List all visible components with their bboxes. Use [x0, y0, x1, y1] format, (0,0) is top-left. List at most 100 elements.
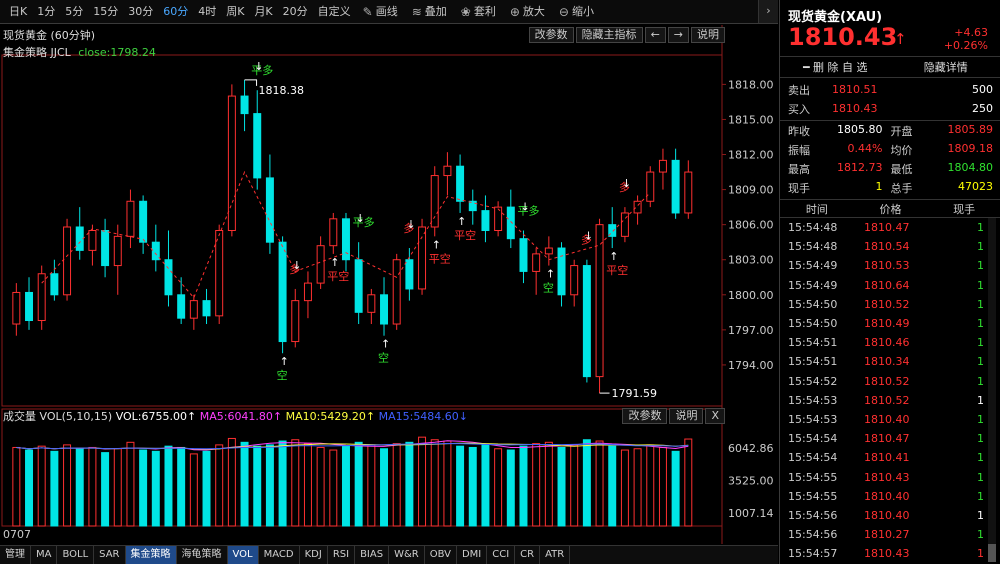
indicator-tab[interactable]: 海龟策略	[177, 546, 228, 564]
pencil-tool-button[interactable]: ✎ 画线	[356, 1, 405, 23]
indicator-tab[interactable]: BOLL	[57, 546, 95, 564]
next-indicator-button[interactable]: →	[667, 27, 689, 43]
volume-tick-label: 1007.14	[728, 507, 774, 520]
edit-params-button[interactable]: 改参数	[528, 27, 574, 43]
indicator-tab[interactable]: CCI	[487, 546, 516, 564]
col-price: 价格	[879, 202, 902, 216]
volume-help-button[interactable]: 说明	[669, 408, 704, 424]
indicator-tab[interactable]: RSI	[328, 546, 356, 564]
period-tab[interactable]: 20分	[278, 1, 313, 23]
hide-main-indicator-button[interactable]: 隐藏主指标	[575, 27, 643, 43]
indicator-tab[interactable]: DMI	[457, 546, 488, 564]
layers-tool-button[interactable]: ≋ 叠加	[405, 1, 454, 23]
volume-bar	[671, 450, 680, 527]
tick-price: 1810.52	[864, 393, 910, 407]
zoom-out-tool-button[interactable]: ⊖ 缩小	[552, 1, 601, 23]
tool-label: 画线	[375, 4, 398, 18]
tick-list[interactable]: 15:54:48 1810.47 1 15:54:48 1810.54 1 15:54:49…	[780, 218, 986, 563]
tick-price: 1810.52	[864, 374, 910, 388]
scrollbar-thumb[interactable]	[988, 544, 996, 562]
period-tab[interactable]: 日K	[4, 1, 32, 23]
candle-body	[101, 230, 110, 267]
period-tab[interactable]: 30分	[123, 1, 158, 23]
remove-watchlist-button[interactable]: ━ 删 除 自 选	[780, 57, 891, 77]
collapse-panel-button[interactable]: ›	[758, 0, 778, 23]
signal-arrow-icon: ↑	[609, 250, 618, 263]
tick-price: 1810.64	[864, 278, 910, 292]
tick-volume: 1	[977, 470, 984, 484]
period-tab[interactable]: 60分	[158, 1, 193, 23]
col-time: 时间	[805, 202, 828, 216]
indicator-tab[interactable]: KDJ	[300, 546, 328, 564]
volume-bar	[101, 452, 110, 527]
tick-time: 15:54:55	[788, 489, 838, 503]
tick-row: 15:54:53 1810.52 1	[780, 391, 986, 410]
ask-row: 卖出 1810.51 500	[780, 80, 1000, 99]
y-tick-label: 1812.00	[728, 149, 774, 162]
period-tab[interactable]: 1分	[32, 1, 60, 23]
indicator-tab[interactable]: ATR	[540, 546, 571, 564]
zoom-out-icon: ⊖	[558, 4, 569, 19]
period-toolbar: 日K 1分 5分 15分 30分 60分 4时 周K 月K 20分 自定义 ✎ 画线 ≋ 叠加 ❀ 套利 ⊕ 放大 ⊖…	[0, 0, 778, 24]
signal-label: 平空	[327, 269, 349, 283]
help-button[interactable]: 说明	[691, 27, 725, 43]
tick-volume: 1	[977, 240, 984, 254]
tick-row: 15:54:49 1810.53 1	[780, 256, 986, 275]
tick-volume: 1	[977, 221, 984, 235]
indicator-tab[interactable]: 管理	[0, 546, 31, 564]
tick-row: 15:54:52 1810.52 1	[780, 372, 986, 391]
tick-row: 15:54:51 1810.34 1	[780, 352, 986, 371]
period-tab[interactable]: 月K	[249, 1, 277, 23]
change-value: +4.63	[954, 26, 988, 39]
indicator-tab[interactable]: CR	[515, 546, 541, 564]
hide-details-button[interactable]: 隐藏详情	[891, 57, 1000, 77]
tool-label: 套利	[473, 4, 496, 18]
volume-bar	[291, 439, 300, 527]
indicator-tab[interactable]: VOL	[227, 546, 259, 564]
indicator-tab[interactable]: SAR	[94, 546, 126, 564]
period-tab[interactable]: 15分	[88, 1, 123, 23]
volume-edit-params-button[interactable]: 改参数	[622, 408, 668, 424]
volume-bar	[354, 441, 363, 527]
tick-time: 15:54:53	[788, 393, 838, 407]
volume-bar	[608, 445, 617, 527]
signal-arrow-icon: ↓	[292, 259, 301, 272]
signal-arrow-icon: ↑	[280, 355, 289, 368]
tick-time: 15:54:54	[788, 432, 838, 446]
kline-chart[interactable]: 1818.00 1815.00 1812.00 1809.00 1806.00 1803.…	[0, 25, 778, 544]
indicator-tab[interactable]: OBV	[425, 546, 457, 564]
tick-row: 15:54:53 1810.40 1	[780, 410, 986, 429]
change-percent: +0.26%	[943, 39, 988, 52]
signal-arrow-icon: ↓	[406, 218, 415, 231]
indicator-tab[interactable]: MA	[31, 546, 58, 564]
volume-bar	[341, 445, 350, 527]
volume-bar	[456, 445, 465, 527]
indicator-tab[interactable]: BIAS	[355, 546, 390, 564]
chart-area[interactable]: 1818.00 1815.00 1812.00 1809.00 1806.00 1803.…	[0, 25, 778, 544]
y-tick-label: 1818.00	[728, 78, 774, 91]
tick-volume: 1	[977, 547, 984, 561]
amplitude-label: 振幅	[788, 143, 810, 157]
bag-tool-button[interactable]: ❀ 套利	[454, 1, 503, 23]
candle-body	[63, 226, 72, 296]
indicator-tab[interactable]: W&R	[389, 546, 425, 564]
indicator-tab[interactable]: MACD	[259, 546, 300, 564]
period-tab[interactable]: 4时	[193, 1, 221, 23]
volume-bar	[265, 444, 274, 527]
period-tab[interactable]: 5分	[60, 1, 88, 23]
tick-time: 15:54:48	[788, 240, 838, 254]
candle-body	[570, 265, 579, 296]
prev-indicator-button[interactable]: ←	[644, 27, 666, 43]
period-tab[interactable]: 自定义	[313, 1, 356, 23]
volume-close-button[interactable]: X	[705, 408, 725, 424]
bag-icon: ❀	[460, 4, 471, 19]
period-tab[interactable]: 周K	[221, 1, 249, 23]
tick-price: 1810.40	[864, 508, 910, 522]
indicator-tab[interactable]: 集金策略	[125, 546, 177, 564]
tick-scrollbar[interactable]	[988, 218, 996, 562]
volume-bar	[50, 450, 59, 527]
tick-volume: 1	[977, 297, 984, 311]
candle-body	[227, 95, 236, 231]
tick-time: 15:54:49	[788, 278, 838, 292]
zoom-in-tool-button[interactable]: ⊕ 放大	[503, 1, 552, 23]
